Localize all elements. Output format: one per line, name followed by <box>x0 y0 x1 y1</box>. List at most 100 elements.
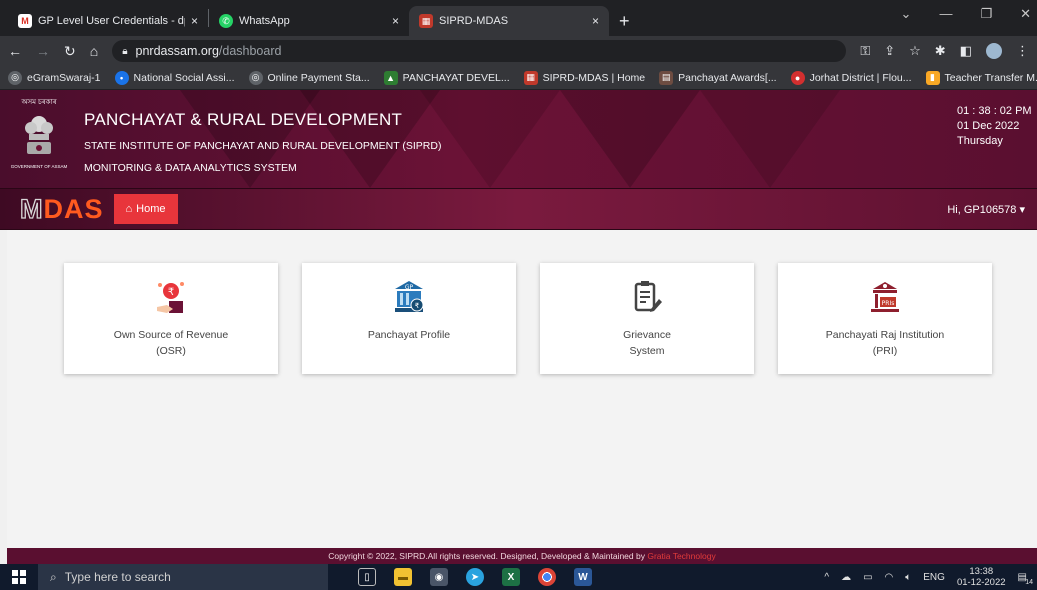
volume-icon[interactable]: 🔈︎ <box>905 572 911 583</box>
bookmark-teacher-transfer[interactable]: ▮ Teacher Transfer M... <box>925 70 1037 85</box>
tab-gp-credentials[interactable]: M GP Level User Credentials - dpm × <box>8 6 208 36</box>
restore-icon[interactable]: ❐ <box>980 6 992 22</box>
tab-whatsapp[interactable]: ✆ WhatsApp × <box>209 6 409 36</box>
telegram-icon[interactable]: ➤ <box>466 568 484 586</box>
nsap-icon: • <box>114 70 129 85</box>
tab-search-icon[interactable]: ⌄ <box>901 6 912 22</box>
card-own-source-revenue[interactable]: ₹ Own Source of Revenue (OSR) <box>64 263 278 374</box>
forward-icon[interactable]: → <box>36 43 50 59</box>
search-icon: ⌕ <box>50 569 57 584</box>
bookmark-egramswaraj[interactable]: ◎ eGramSwaraj-1 <box>8 70 101 85</box>
word-icon[interactable]: W <box>574 568 592 586</box>
url-path: /dashboard <box>218 44 282 58</box>
browser-tab-bar: M GP Level User Credentials - dpm × ✆ Wh… <box>0 0 1037 36</box>
bookmark-siprd-mdas[interactable]: ▦ SIPRD-MDAS | Home <box>523 70 646 85</box>
battery-icon[interactable]: ▭ <box>863 572 872 583</box>
lock-icon: 🔒︎ <box>122 45 128 57</box>
mdas-favicon-icon: ▦ <box>523 70 538 85</box>
tab-siprd-mdas[interactable]: ▦ SIPRD-MDAS × <box>409 6 609 36</box>
task-view-icon[interactable]: ▯ <box>358 568 376 586</box>
sidepanel-icon[interactable]: ◧ <box>960 43 972 59</box>
user-menu-dropdown[interactable]: Hi, GP106578 ▾ <box>947 203 1025 216</box>
whatsapp-icon: ✆ <box>219 14 233 28</box>
url-input[interactable]: 🔒︎ pnrdassam.org/dashboard <box>112 40 847 62</box>
bookmark-label: Teacher Transfer M... <box>944 71 1037 84</box>
notification-count: 14 <box>1025 578 1033 586</box>
close-icon[interactable]: × <box>592 14 599 28</box>
site-header: অসম চৰকাৰ GOVERNMENT OF ASSAM PANCHAYAT … <box>0 90 1037 188</box>
ashoka-emblem-icon <box>25 116 53 154</box>
onedrive-icon[interactable]: ☁ <box>841 572 851 583</box>
new-tab-button[interactable]: + <box>609 6 640 36</box>
taskbar-search-input[interactable]: ⌕ Type here to search <box>38 564 328 590</box>
bookmark-label: PANCHAYAT DEVEL... <box>402 71 510 84</box>
menu-kebab-icon[interactable]: ⋮ <box>1016 43 1029 59</box>
windows-taskbar: ⌕ Type here to search ▯ ▬ ◉ ➤ X W ^ ☁ ▭ … <box>0 564 1037 590</box>
site-footer: Copyright © 2022, SIPRD.All rights reser… <box>7 548 1037 564</box>
chrome-icon[interactable] <box>538 568 556 586</box>
file-explorer-icon[interactable]: ▬ <box>394 568 412 586</box>
taskbar-clock[interactable]: 13:38 01-12-2022 <box>957 566 1006 588</box>
language-indicator[interactable]: ENG <box>923 572 945 583</box>
government-emblem: অসম চৰকাৰ GOVERNMENT OF ASSAM <box>11 96 67 180</box>
tab-title: SIPRD-MDAS <box>439 15 509 27</box>
window-close-icon[interactable]: ✕ <box>1020 6 1031 22</box>
excel-icon[interactable]: X <box>502 568 520 586</box>
bookmark-label: National Social Assi... <box>133 71 235 84</box>
camera-icon[interactable]: ◉ <box>430 568 448 586</box>
card-grievance-system[interactable]: Grievance System <box>540 263 754 374</box>
system-subtitle: MONITORING & DATA ANALYTICS SYSTEM <box>84 162 297 174</box>
reload-icon[interactable]: ↻ <box>64 43 76 60</box>
tray-chevron-icon[interactable]: ^ <box>824 572 829 583</box>
bookmark-label: Online Payment Sta... <box>267 71 370 84</box>
bookmark-panchayat-awards[interactable]: ▤ Panchayat Awards[... <box>659 70 777 85</box>
wifi-icon[interactable]: ◠ <box>885 572 894 583</box>
share-icon[interactable]: ⇪ <box>884 43 895 59</box>
card-label: Grievance System <box>623 329 671 357</box>
clock-time: 01 : 38 : 02 PM <box>957 105 1032 117</box>
key-icon[interactable]: ⚿ <box>860 43 870 59</box>
gov-english-label: GOVERNMENT OF ASSAM <box>10 164 68 169</box>
card-label: Panchayat Profile <box>367 329 451 341</box>
back-icon[interactable]: ← <box>8 43 22 59</box>
close-icon[interactable]: × <box>392 14 399 28</box>
jorhat-icon: ● <box>790 70 805 85</box>
gov-assamese-label: অসম চৰকাৰ <box>21 99 57 106</box>
profile-avatar-icon[interactable] <box>986 43 1002 59</box>
tab-title: WhatsApp <box>239 15 290 27</box>
bookmark-label: eGramSwaraj-1 <box>27 71 101 84</box>
home-button[interactable]: ⌂ Home <box>113 194 178 224</box>
svg-text:PRIs: PRIs <box>882 300 895 307</box>
search-placeholder: Type here to search <box>64 570 171 584</box>
logo-m: M <box>19 193 44 224</box>
bookmark-nsap[interactable]: • National Social Assi... <box>114 70 235 85</box>
panchayat-icon: ▲ <box>383 70 398 85</box>
star-icon[interactable]: ☆ <box>909 43 921 59</box>
globe-icon: ◎ <box>8 70 22 85</box>
minimize-icon[interactable]: — <box>939 6 952 22</box>
home-icon: ⌂ <box>125 203 133 215</box>
bookmark-label: SIPRD-MDAS | Home <box>542 71 646 84</box>
bookmark-jorhat-district[interactable]: ● Jorhat District | Flou... <box>790 70 912 85</box>
bookmark-label: Panchayat Awards[... <box>678 71 777 84</box>
system-tray: ^ ☁ ▭ ◠ 🔈︎ ENG 13:38 01-12-2022 ▤ 14 <box>824 566 1037 588</box>
svg-text:₹: ₹ <box>168 287 174 298</box>
extensions-icon[interactable]: ✱ <box>935 43 946 59</box>
card-panchayat-profile[interactable]: GP ₹ Panchayat Profile <box>302 263 516 374</box>
clock-day: Thursday <box>957 135 1003 147</box>
card-label: Panchayati Raj Institution (PRI) <box>825 329 945 357</box>
bookmark-panchayat-devel[interactable]: ▲ PANCHAYAT DEVEL... <box>383 70 510 85</box>
home-page-icon[interactable]: ⌂ <box>90 43 98 59</box>
developer-link[interactable]: Gratia Technology <box>647 551 715 561</box>
windows-start-icon[interactable] <box>0 570 38 584</box>
mdas-logo[interactable]: M DAS <box>19 193 104 225</box>
revenue-hand-icon: ₹ <box>157 282 184 313</box>
url-host: pnrdassam.org <box>135 44 219 58</box>
bookmark-online-payment[interactable]: ◎ Online Payment Sta... <box>248 70 370 85</box>
page-title: PANCHAYAT & RURAL DEVELOPMENT <box>84 110 403 129</box>
close-icon[interactable]: × <box>191 14 198 28</box>
tab-title: GP Level User Credentials - dpm <box>38 15 185 27</box>
gmail-icon: M <box>18 14 32 28</box>
notifications-icon[interactable]: ▤ 14 <box>1018 572 1033 586</box>
card-panchayati-raj-institution[interactable]: PRIs Panchayati Raj Institution (PRI) <box>778 263 992 374</box>
